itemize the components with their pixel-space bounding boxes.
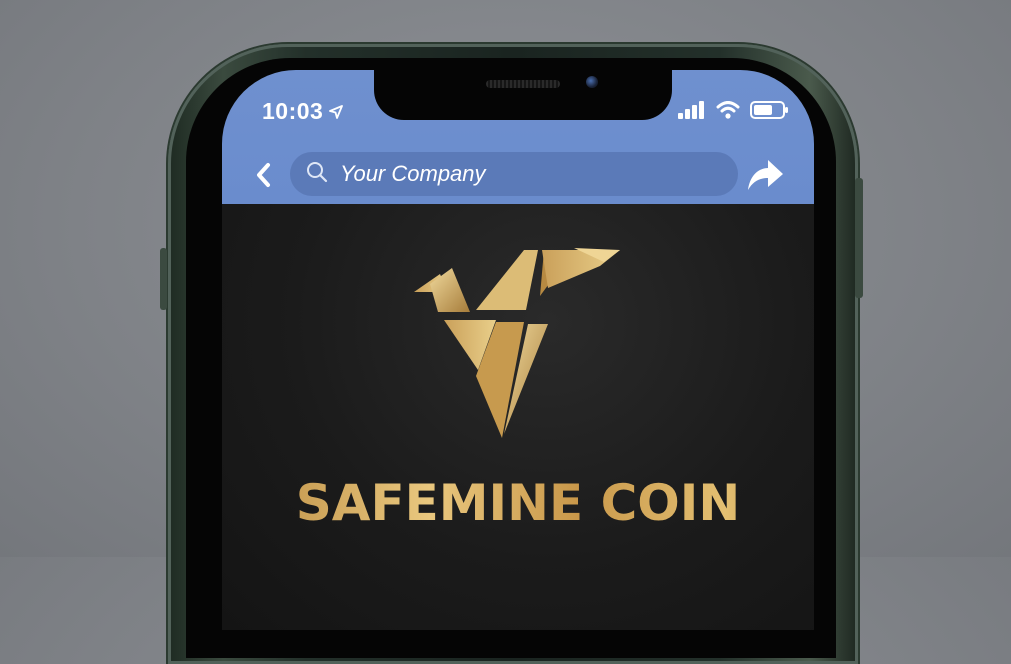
- share-arrow-icon: [744, 160, 786, 198]
- back-button[interactable]: [252, 160, 276, 190]
- search-row: Your Company: [222, 150, 814, 200]
- share-button[interactable]: [744, 154, 786, 194]
- speaker-grille: [486, 80, 560, 88]
- wifi-icon: [716, 101, 740, 124]
- origami-bird-icon: [414, 248, 622, 448]
- camera-icon: [586, 76, 598, 88]
- brand-name: SAFEMINE COIN: [222, 474, 814, 532]
- battery-icon: [750, 100, 790, 125]
- volume-button: [160, 248, 167, 310]
- phone-screen: 10:03 Your Company SAFEMINE COIN: [222, 70, 814, 630]
- status-icons: [678, 100, 790, 125]
- location-arrow-icon: [329, 98, 344, 125]
- search-icon: [306, 161, 328, 188]
- search-input[interactable]: Your Company: [290, 152, 738, 196]
- status-time: 10:03: [262, 98, 344, 125]
- phone-notch: [374, 70, 672, 120]
- status-time-text: 10:03: [262, 98, 324, 124]
- side-button: [855, 178, 863, 298]
- cellular-signal-icon: [678, 101, 706, 124]
- chevron-left-icon: [252, 163, 276, 194]
- search-input-text: Your Company: [340, 161, 486, 186]
